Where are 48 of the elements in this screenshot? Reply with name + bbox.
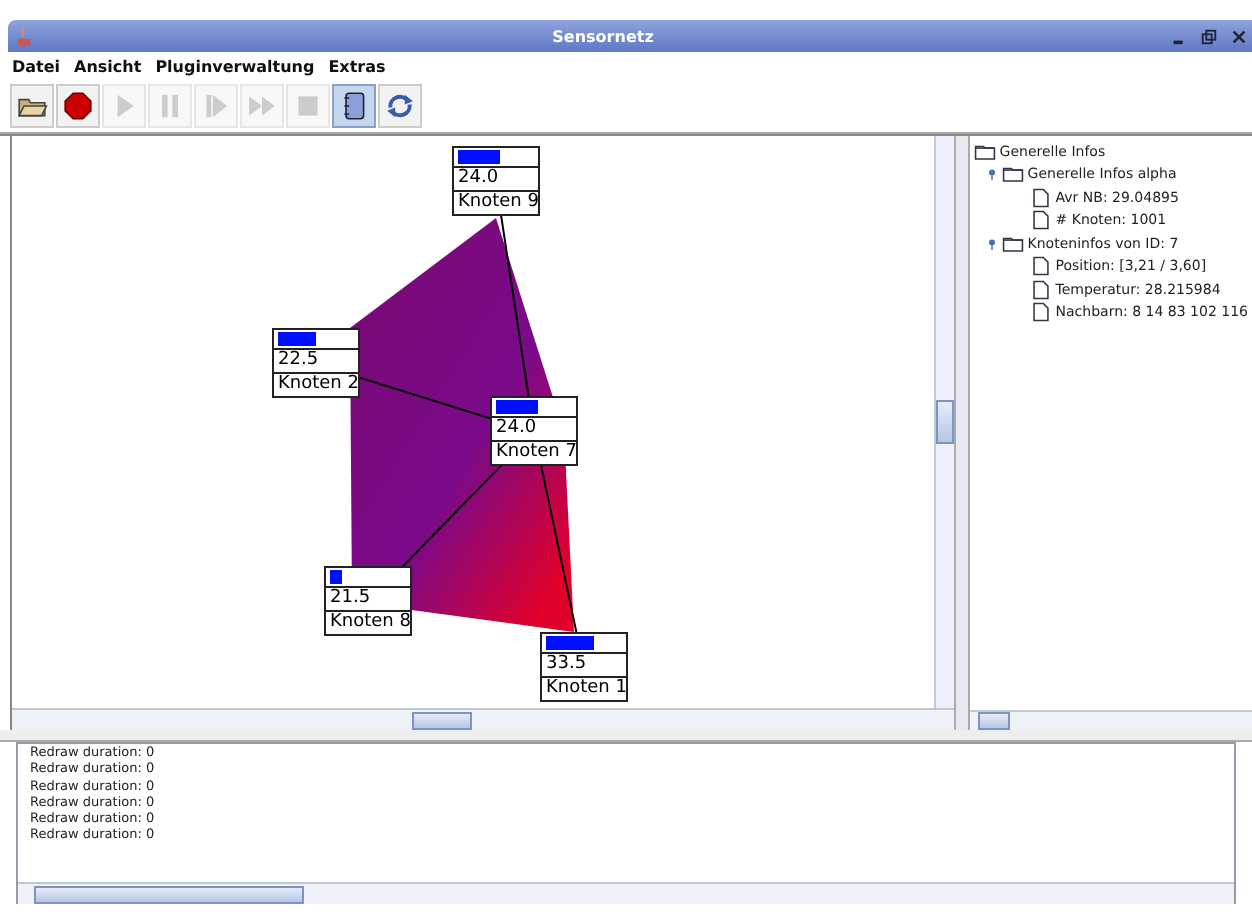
document-icon [1029, 279, 1052, 300]
menu-item[interactable]: Ansicht [74, 58, 142, 76]
sensor-node[interactable]: 24.0 Knoten 9 [452, 146, 540, 216]
expanded-handle-icon[interactable] [985, 237, 998, 250]
java-cup-icon [14, 25, 36, 47]
vertical-scrollbar[interactable] [934, 136, 955, 708]
menu-item[interactable]: Extras [328, 58, 386, 76]
horizontal-scrollbar[interactable] [969, 710, 1252, 730]
horizontal-scrollbar[interactable] [12, 708, 955, 730]
toolbar-button[interactable] [332, 84, 376, 128]
folder-icon [1001, 233, 1024, 254]
notebook-icon [338, 90, 370, 122]
document-icon [1029, 302, 1052, 323]
splitter[interactable] [0, 730, 1252, 742]
toolbar-button[interactable] [378, 84, 422, 128]
document-icon [1029, 256, 1052, 277]
splitter[interactable] [954, 136, 970, 730]
menu-item[interactable]: Pluginverwaltung [155, 58, 315, 76]
horizontal-scrollbar[interactable] [18, 882, 1234, 904]
step-icon [200, 90, 232, 122]
document-icon [1029, 210, 1052, 231]
folder-icon [1001, 164, 1024, 185]
folder-icon [973, 141, 996, 162]
node-value: 24.0 [456, 168, 501, 190]
node-name: Knoten 8 [326, 610, 410, 634]
expanded-handle-icon[interactable] [985, 168, 998, 181]
node-name: Knoten 9 [454, 190, 538, 214]
toolbar-button[interactable] [56, 84, 100, 128]
restore-icon[interactable] [1200, 27, 1218, 45]
node-name: Knoten 2 [274, 372, 358, 396]
sensor-node[interactable]: 24.0 Knoten 7 [490, 396, 578, 466]
sensor-node[interactable]: 22.5 Knoten 2 [272, 328, 360, 398]
node-name: Knoten 1 [542, 676, 626, 700]
window-title: Sensornetz [550, 27, 656, 45]
node-value: 21.5 [328, 588, 373, 610]
sensor-node[interactable]: 21.5 Knoten 8 [324, 566, 412, 636]
document-icon [1029, 187, 1052, 208]
node-value: 24.0 [494, 418, 539, 440]
menu-item[interactable]: Datei [12, 58, 61, 76]
toolbar-button[interactable] [10, 84, 54, 128]
stop-sign-icon [62, 90, 94, 122]
refresh-icon [384, 90, 416, 122]
node-name: Knoten 7 [492, 440, 576, 464]
sensor-node[interactable]: 33.5 Knoten 1 [540, 632, 628, 702]
node-value: 33.5 [544, 654, 589, 676]
stop-icon [292, 90, 324, 122]
node-value: 22.5 [276, 350, 321, 372]
close-icon[interactable] [1230, 27, 1248, 45]
